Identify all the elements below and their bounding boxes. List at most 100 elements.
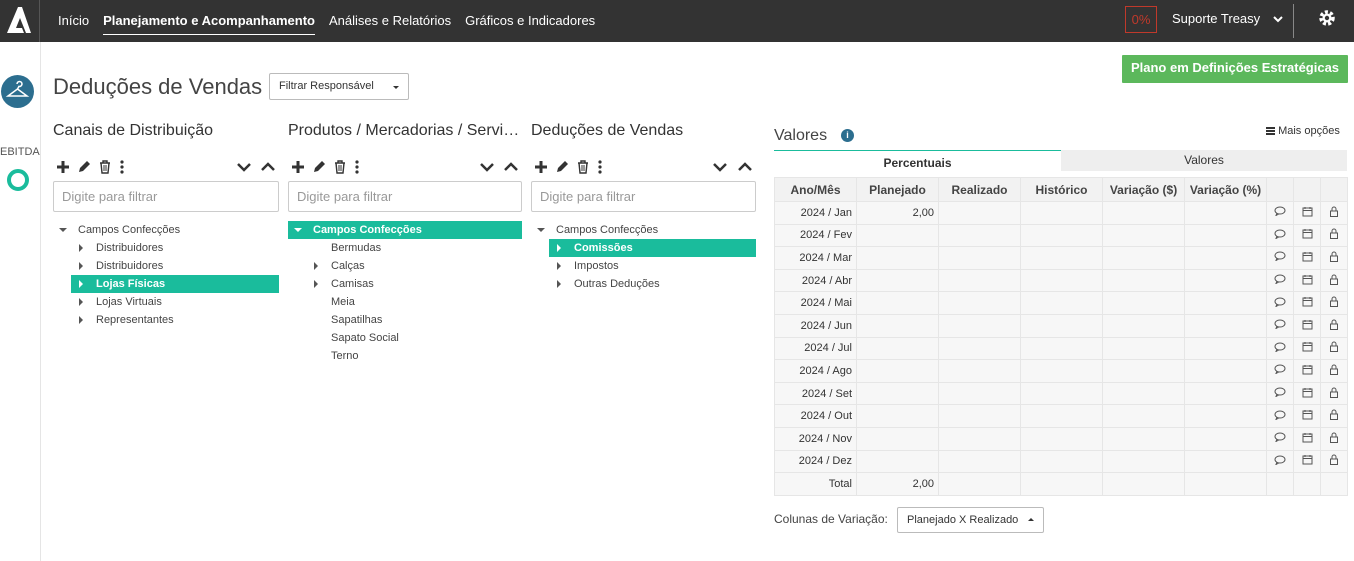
ring-icon[interactable] — [7, 169, 29, 191]
comment-icon[interactable] — [1266, 404, 1294, 428]
lock-icon[interactable] — [1320, 381, 1348, 406]
cell-planejado[interactable] — [856, 449, 939, 474]
calendar-icon[interactable] — [1293, 313, 1321, 338]
filter-input-produtos[interactable]: Digite para filtrar — [288, 181, 522, 212]
trash-icon[interactable] — [576, 160, 590, 174]
pencil-icon[interactable] — [77, 160, 91, 174]
nav-analises[interactable]: Análises e Relatórios — [329, 3, 451, 39]
cell-planejado[interactable] — [856, 336, 939, 361]
caret-right-icon[interactable] — [79, 262, 83, 270]
caret-down-icon[interactable] — [294, 228, 302, 232]
caret-right-icon[interactable] — [79, 298, 83, 306]
comment-icon[interactable] — [1266, 381, 1294, 406]
cell-realizado[interactable] — [938, 404, 1021, 428]
chevron-down-icon[interactable] — [236, 160, 252, 174]
info-icon[interactable]: i — [841, 129, 854, 142]
tree-item[interactable]: Campos Confecções — [53, 221, 279, 239]
pencil-icon[interactable] — [555, 160, 569, 174]
tree-item[interactable]: Meia — [306, 293, 522, 311]
calendar-icon[interactable] — [1293, 268, 1321, 293]
lock-icon[interactable] — [1320, 359, 1348, 383]
more-vertical-icon[interactable] — [119, 160, 125, 174]
pencil-icon[interactable] — [312, 160, 326, 174]
tree-item[interactable]: Bermudas — [306, 239, 522, 257]
comment-icon[interactable] — [1266, 201, 1294, 225]
tree-item[interactable]: Outras Deduções — [549, 275, 756, 293]
cell-planejado[interactable] — [856, 381, 939, 406]
calendar-icon[interactable] — [1293, 336, 1321, 361]
comment-icon[interactable] — [1266, 313, 1294, 338]
lock-icon[interactable] — [1320, 223, 1348, 248]
more-options-link[interactable]: Mais opções — [1266, 125, 1340, 137]
calendar-icon[interactable] — [1293, 359, 1321, 383]
more-vertical-icon[interactable] — [597, 160, 603, 174]
nav-graficos[interactable]: Gráficos e Indicadores — [465, 3, 595, 39]
cell-planejado[interactable] — [856, 359, 939, 383]
treasy-logo[interactable] — [0, 0, 40, 42]
cell-realizado[interactable] — [938, 223, 1021, 248]
trash-icon[interactable] — [333, 160, 347, 174]
chevron-down-icon[interactable] — [479, 160, 495, 174]
comment-icon[interactable] — [1266, 449, 1294, 474]
lock-icon[interactable] — [1320, 291, 1348, 315]
cell-planejado[interactable] — [856, 404, 939, 428]
tree-item[interactable]: Campos Confecções — [531, 221, 756, 239]
cell-planejado[interactable] — [856, 223, 939, 248]
caret-right-icon[interactable] — [79, 244, 83, 252]
tree-item[interactable]: Camisas — [306, 275, 522, 293]
chevron-up-icon[interactable] — [737, 160, 753, 174]
cell-realizado[interactable] — [938, 336, 1021, 361]
cell-planejado[interactable] — [856, 313, 939, 338]
tree-item[interactable]: Calças — [306, 257, 522, 275]
calendar-icon[interactable] — [1293, 201, 1321, 225]
plus-icon[interactable] — [534, 160, 548, 174]
cell-planejado[interactable] — [856, 291, 939, 315]
comment-icon[interactable] — [1266, 336, 1294, 361]
cell-realizado[interactable] — [938, 359, 1021, 383]
cell-realizado[interactable] — [938, 291, 1021, 315]
chevron-down-icon[interactable] — [1272, 13, 1284, 25]
plus-icon[interactable] — [291, 160, 305, 174]
calendar-icon[interactable] — [1293, 404, 1321, 428]
caret-right-icon[interactable] — [557, 262, 561, 270]
caret-right-icon[interactable] — [557, 244, 561, 252]
lock-icon[interactable] — [1320, 404, 1348, 428]
tab-valores[interactable]: Valores — [1061, 150, 1347, 171]
tree-item[interactable]: Impostos — [549, 257, 756, 275]
calendar-icon[interactable] — [1293, 246, 1321, 270]
lock-icon[interactable] — [1320, 336, 1348, 361]
comment-icon[interactable] — [1266, 359, 1294, 383]
more-vertical-icon[interactable] — [354, 160, 360, 174]
comment-icon[interactable] — [1266, 246, 1294, 270]
chevron-up-icon[interactable] — [260, 160, 276, 174]
caret-right-icon[interactable] — [314, 262, 318, 270]
plus-icon[interactable] — [56, 160, 70, 174]
calendar-icon[interactable] — [1293, 223, 1321, 248]
trash-icon[interactable] — [98, 160, 112, 174]
caret-right-icon[interactable] — [79, 280, 83, 288]
lock-icon[interactable] — [1320, 246, 1348, 270]
progress-percent-badge[interactable]: 0% — [1125, 6, 1157, 33]
tree-item[interactable]: Sapatilhas — [306, 311, 522, 329]
tree-item[interactable]: Terno — [306, 347, 522, 365]
caret-right-icon[interactable] — [79, 316, 83, 324]
lock-icon[interactable] — [1320, 201, 1348, 225]
tree-item[interactable]: Campos Confecções — [288, 221, 522, 239]
tree-item[interactable]: Distribuidores — [71, 239, 279, 257]
calendar-icon[interactable] — [1293, 426, 1321, 451]
chevron-up-icon[interactable] — [503, 160, 519, 174]
tree-item[interactable]: Distribuidores — [71, 257, 279, 275]
chevron-down-icon[interactable] — [712, 160, 728, 174]
lock-icon[interactable] — [1320, 426, 1348, 451]
tree-item[interactable]: Representantes — [71, 311, 279, 329]
cell-realizado[interactable] — [938, 313, 1021, 338]
calendar-icon[interactable] — [1293, 381, 1321, 406]
cell-planejado[interactable] — [856, 426, 939, 451]
comment-icon[interactable] — [1266, 426, 1294, 451]
gear-icon[interactable] — [1317, 8, 1337, 28]
cell-realizado[interactable] — [938, 268, 1021, 293]
cell-planejado[interactable] — [856, 246, 939, 270]
caret-right-icon[interactable] — [314, 280, 318, 288]
calendar-icon[interactable] — [1293, 291, 1321, 315]
caret-down-icon[interactable] — [537, 228, 545, 232]
